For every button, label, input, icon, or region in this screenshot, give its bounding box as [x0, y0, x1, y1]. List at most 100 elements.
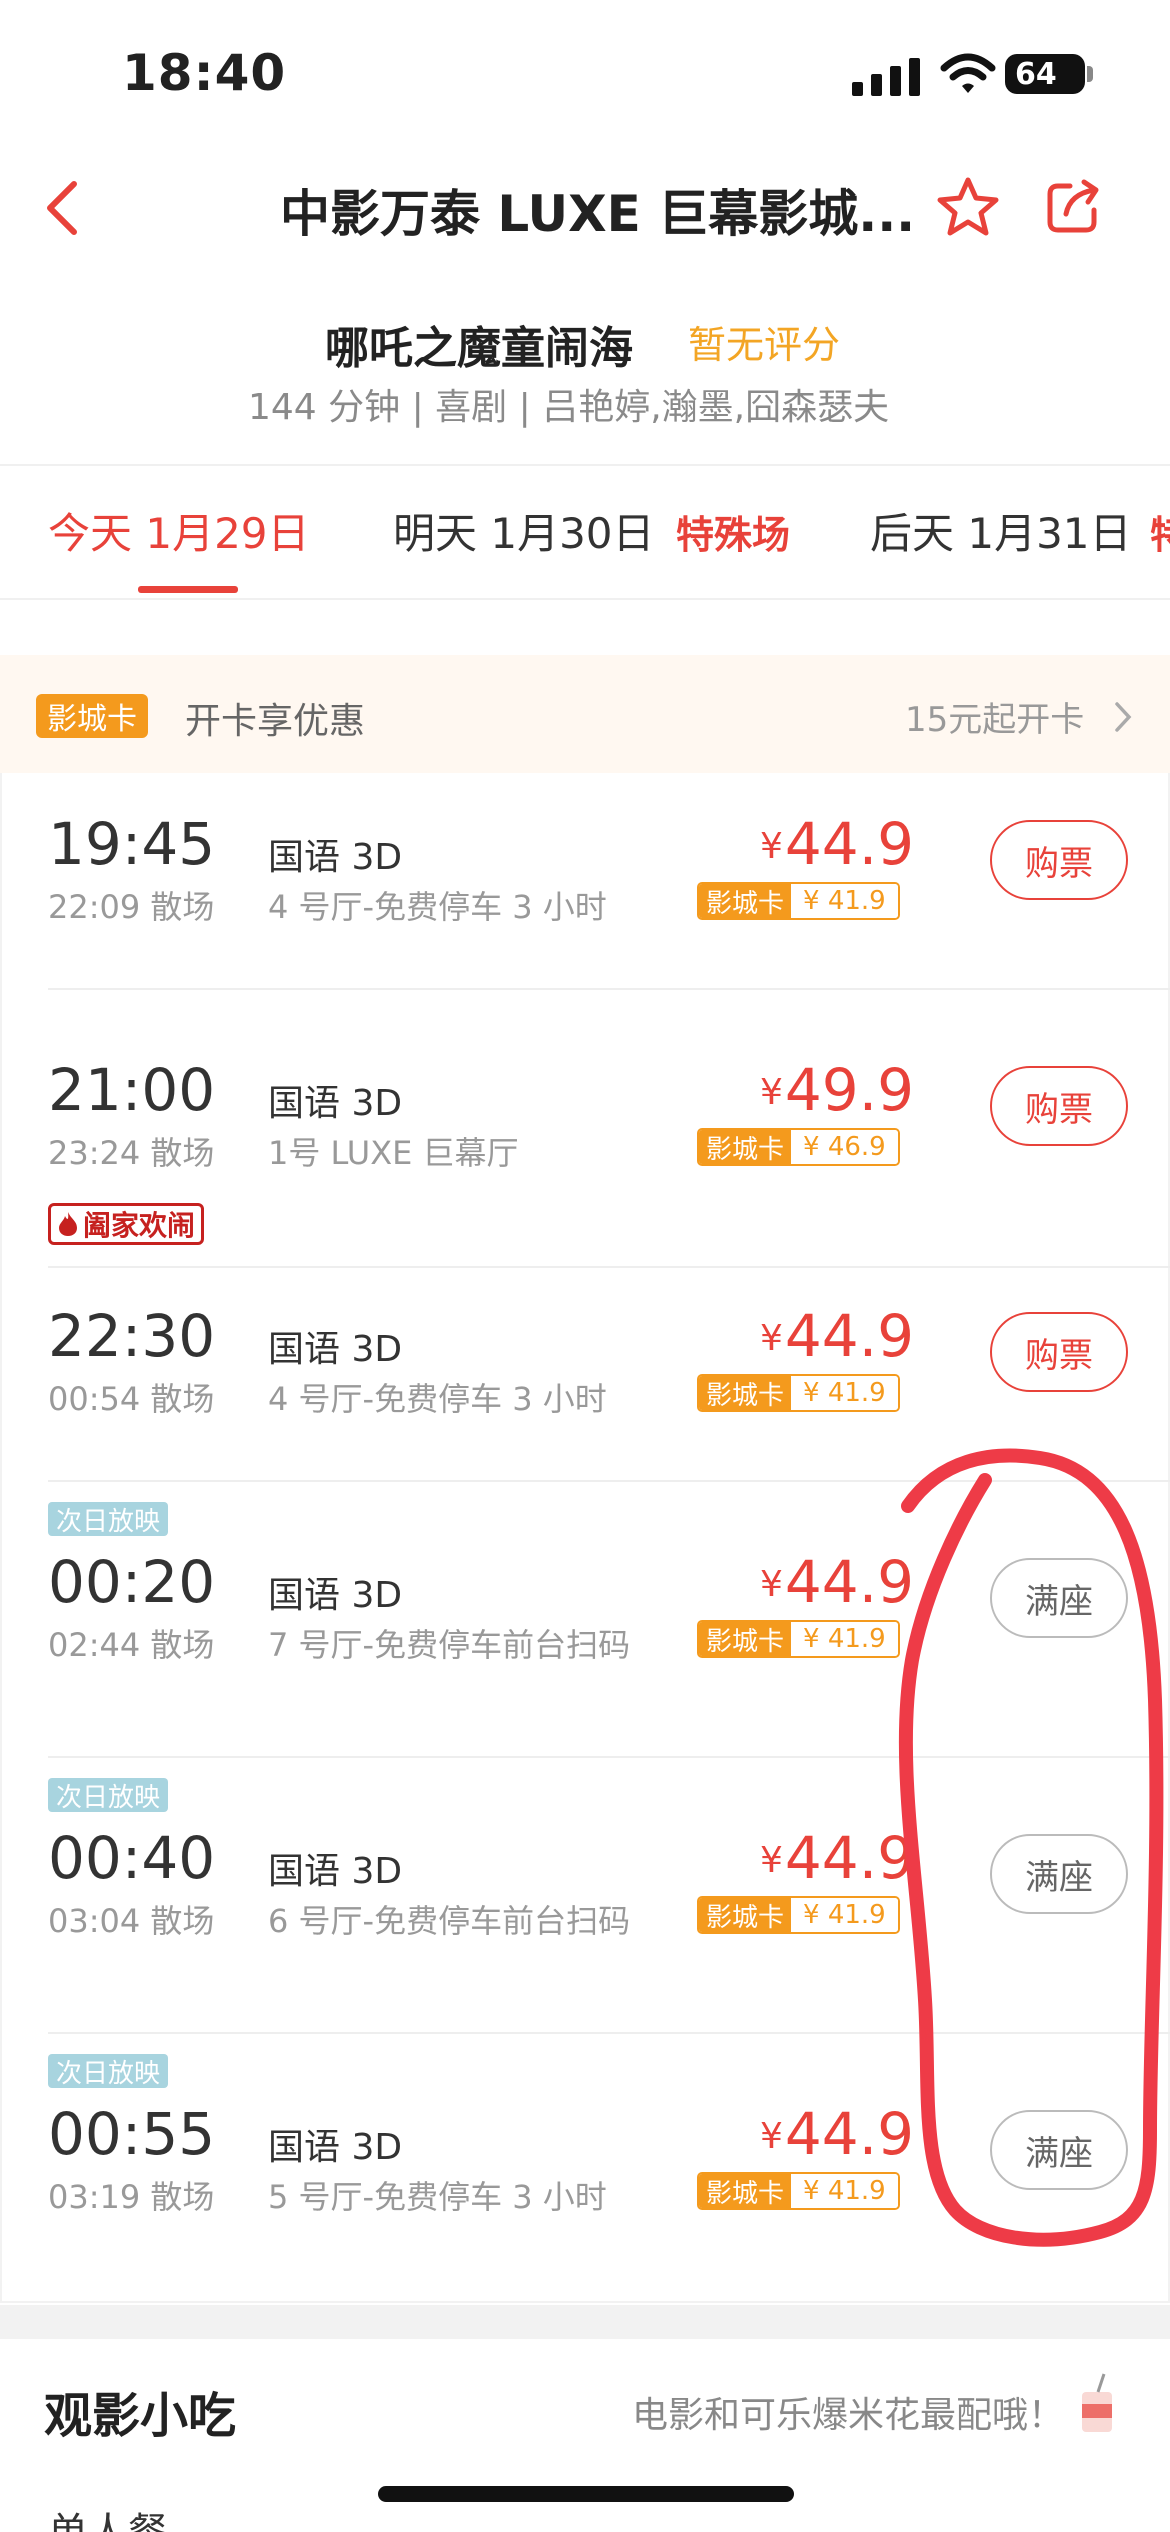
showtime-hall: 5 号厅-免费停车 3 小时 — [268, 2178, 607, 2216]
next-day-badge: 次日放映 — [48, 2054, 169, 2089]
showtime-start: 00:40 — [48, 1824, 216, 1892]
card-label: 影城卡 — [699, 2174, 792, 2208]
showtime-end: 23:24 散场 — [48, 1134, 215, 1172]
sold-out-button[interactable]: 满座 — [990, 1558, 1128, 1638]
cinema-card-badge: 影城卡 — [36, 694, 148, 738]
showtime-end: 02:44 散场 — [48, 1626, 215, 1664]
showtime-end: 03:19 散场 — [48, 2178, 215, 2216]
card-price: ¥ 41.9 — [791, 1376, 898, 1410]
buy-ticket-button[interactable]: 购票 — [990, 1312, 1128, 1392]
festival-tag-label: 阖家欢闹 — [83, 1209, 196, 1242]
row-divider — [48, 1266, 1170, 1268]
showtime-price: ¥44.9 — [760, 1302, 914, 1370]
showtime-hall: 4 号厅-免费停车 3 小时 — [268, 1380, 607, 1418]
movie-meta: 144 分钟 | 喜剧 | 吕艳婷,瀚墨,囧森瑟夫 — [248, 387, 890, 428]
snacks-subtitle: 电影和可乐爆米花最配哦！ — [632, 2395, 1065, 2436]
scroll-clip-edge — [0, 598, 1170, 606]
card-label: 影城卡 — [699, 1130, 792, 1164]
card-price: ¥ 41.9 — [791, 884, 898, 918]
movie-title: 哪吒之魔童闹海 — [325, 323, 633, 374]
card-price: ¥ 41.9 — [791, 1622, 898, 1656]
card-price-tag: 影城卡 ¥ 41.9 — [697, 1620, 900, 1658]
row-divider — [48, 988, 1170, 990]
snacks-title: 观影小吃 — [44, 2388, 237, 2444]
currency-symbol: ¥ — [760, 1072, 783, 1113]
card-price-tag: 影城卡 ¥ 41.9 — [697, 2172, 900, 2210]
price-value: 44.9 — [784, 1302, 915, 1370]
movie-rating: 暂无评分 — [688, 323, 841, 367]
home-indicator — [378, 2486, 794, 2502]
divider — [0, 464, 1170, 466]
card-price-tag: 影城卡 ¥ 41.9 — [697, 1896, 900, 1934]
price-value: 44.9 — [784, 1548, 915, 1616]
currency-symbol: ¥ — [760, 1318, 783, 1359]
back-chevron-icon[interactable] — [38, 178, 88, 238]
buy-ticket-button[interactable]: 购票 — [990, 820, 1128, 900]
showtime-list — [0, 773, 1170, 2303]
showtime-language: 国语 3D — [268, 1083, 403, 1124]
battery-icon: 64 — [1005, 54, 1085, 94]
tab-today[interactable]: 今天 1月29日 — [48, 500, 310, 561]
showtime-hall: 1号 LUXE 巨幕厅 — [268, 1134, 519, 1172]
favorite-star-icon[interactable] — [936, 176, 1000, 238]
showtime-start: 00:55 — [48, 2100, 216, 2168]
battery-cap — [1087, 66, 1093, 82]
card-price: ¥ 41.9 — [791, 2174, 898, 2208]
showtime-start: 21:00 — [48, 1056, 216, 1124]
currency-symbol: ¥ — [760, 2116, 783, 2157]
tab-tomorrow[interactable]: 明天 1月30日 — [393, 500, 655, 561]
showtime-language: 国语 3D — [268, 1329, 403, 1370]
showtime-price: ¥44.9 — [760, 810, 914, 878]
card-label: 影城卡 — [699, 1622, 792, 1656]
snack-item-single-meal[interactable]: 单人餐 — [48, 2500, 168, 2532]
tab-special-tag: 特殊场 — [676, 513, 791, 557]
showtime-end: 22:09 散场 — [48, 888, 215, 926]
wifi-icon — [940, 53, 996, 93]
showtime-end: 00:54 散场 — [48, 1380, 215, 1418]
showtime-hall: 7 号厅-免费停车前台扫码 — [268, 1626, 631, 1664]
card-price-tag: 影城卡 ¥ 41.9 — [697, 1374, 900, 1412]
showtime-price: ¥44.9 — [760, 1548, 914, 1616]
price-value: 44.9 — [784, 810, 915, 878]
price-value: 44.9 — [784, 2100, 915, 2168]
showtime-end: 03:04 散场 — [48, 1902, 215, 1940]
row-divider — [48, 2032, 1170, 2034]
showtime-price: ¥44.9 — [760, 1824, 914, 1892]
sold-out-button[interactable]: 满座 — [990, 2110, 1128, 2190]
showtime-language: 国语 3D — [268, 2127, 403, 2168]
share-icon[interactable] — [1044, 178, 1102, 236]
card-price: ¥ 46.9 — [791, 1130, 898, 1164]
showtime-hall: 6 号厅-免费停车前台扫码 — [268, 1902, 631, 1940]
battery-level: 64 — [1015, 56, 1057, 92]
showtime-language: 国语 3D — [268, 1575, 403, 1616]
showtime-start: 19:45 — [48, 810, 216, 878]
promo-open-card[interactable]: 15元起开卡 — [905, 692, 1084, 741]
card-price-tag: 影城卡 ¥ 46.9 — [697, 1128, 900, 1166]
popcorn-cola-icon — [1082, 2373, 1112, 2432]
buy-ticket-button[interactable]: 购票 — [990, 1066, 1128, 1146]
showtime-hall: 4 号厅-免费停车 3 小时 — [268, 888, 607, 926]
next-day-badge: 次日放映 — [48, 1778, 169, 1813]
card-label: 影城卡 — [699, 884, 792, 918]
currency-symbol: ¥ — [760, 1840, 783, 1881]
showtime-start: 00:20 — [48, 1548, 216, 1616]
currency-symbol: ¥ — [760, 826, 783, 867]
tab-day-after[interactable]: 后天 1月31日 — [870, 500, 1132, 561]
card-label: 影城卡 — [699, 1898, 792, 1932]
status-time: 18:40 — [122, 44, 287, 102]
showtime-start: 22:30 — [48, 1302, 216, 1370]
showtime-price: ¥49.9 — [760, 1056, 914, 1124]
showtime-language: 国语 3D — [268, 837, 403, 878]
sold-out-button[interactable]: 满座 — [990, 1834, 1128, 1914]
flame-icon — [59, 1212, 77, 1236]
cellular-signal-icon — [852, 58, 920, 96]
chevron-right-icon — [1115, 702, 1132, 732]
price-value: 49.9 — [784, 1056, 915, 1124]
card-price: ¥ 41.9 — [791, 1898, 898, 1932]
currency-symbol: ¥ — [760, 1564, 783, 1605]
festival-tag: 阖家欢闹 — [48, 1203, 205, 1245]
showtime-language: 国语 3D — [268, 1851, 403, 1892]
row-divider — [48, 1480, 1170, 1482]
row-divider — [48, 1756, 1170, 1758]
tab-special-tag-2: 特 — [1150, 513, 1170, 557]
